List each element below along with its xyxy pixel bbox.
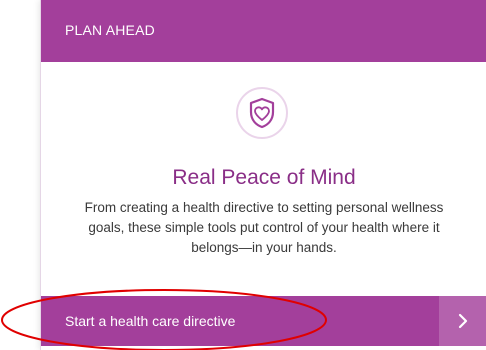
card-header: PLAN AHEAD xyxy=(41,0,486,62)
cta-label: Start a health care directive xyxy=(65,313,236,329)
card-title: Real Peace of Mind xyxy=(172,166,356,189)
chevron-right-icon[interactable] xyxy=(439,296,486,346)
card-description: From creating a health directive to sett… xyxy=(84,200,444,255)
page: PLAN AHEAD Real Peace of Mind From creat… xyxy=(0,0,486,350)
card-body: Real Peace of Mind From creating a healt… xyxy=(41,62,486,288)
plan-ahead-card: PLAN AHEAD Real Peace of Mind From creat… xyxy=(40,0,486,350)
start-health-care-directive-button[interactable]: Start a health care directive xyxy=(41,296,486,346)
shield-heart-icon xyxy=(236,87,288,139)
